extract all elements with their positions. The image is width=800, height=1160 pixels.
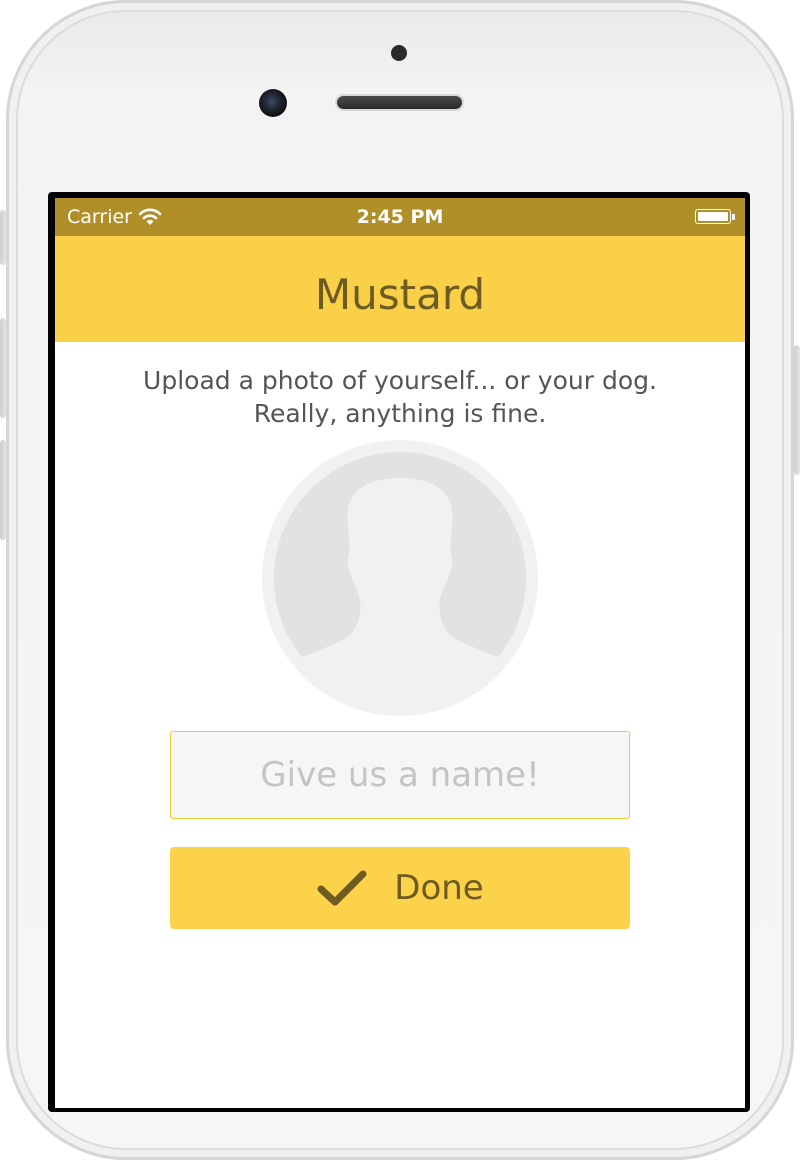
status-bar: Carrier 2:45 PM xyxy=(55,198,745,236)
done-button-label: Done xyxy=(394,868,484,908)
volume-up-button xyxy=(0,318,6,418)
done-button[interactable]: Done xyxy=(170,847,630,929)
upload-instructions: Upload a photo of yourself... or your do… xyxy=(143,366,657,428)
proximity-sensor xyxy=(391,45,407,61)
volume-down-button xyxy=(0,440,6,540)
battery-level-fill xyxy=(698,212,728,221)
page-title: Mustard xyxy=(314,270,486,319)
name-field[interactable] xyxy=(170,731,630,819)
power-button xyxy=(794,345,800,475)
mute-switch xyxy=(0,210,6,265)
battery-icon xyxy=(695,209,735,224)
phone-frame: Carrier 2:45 PM Mustard Upload a photo o… xyxy=(0,0,800,1160)
app-screen: Carrier 2:45 PM Mustard Upload a photo o… xyxy=(55,198,745,1108)
avatar-upload[interactable] xyxy=(262,440,538,716)
front-camera xyxy=(259,89,287,117)
navigation-bar: Mustard xyxy=(55,236,745,342)
avatar-placeholder xyxy=(274,452,526,704)
person-silhouette-icon xyxy=(274,478,526,704)
status-time: 2:45 PM xyxy=(356,206,444,228)
earpiece-speaker xyxy=(337,96,462,109)
checkmark-icon xyxy=(317,870,367,906)
